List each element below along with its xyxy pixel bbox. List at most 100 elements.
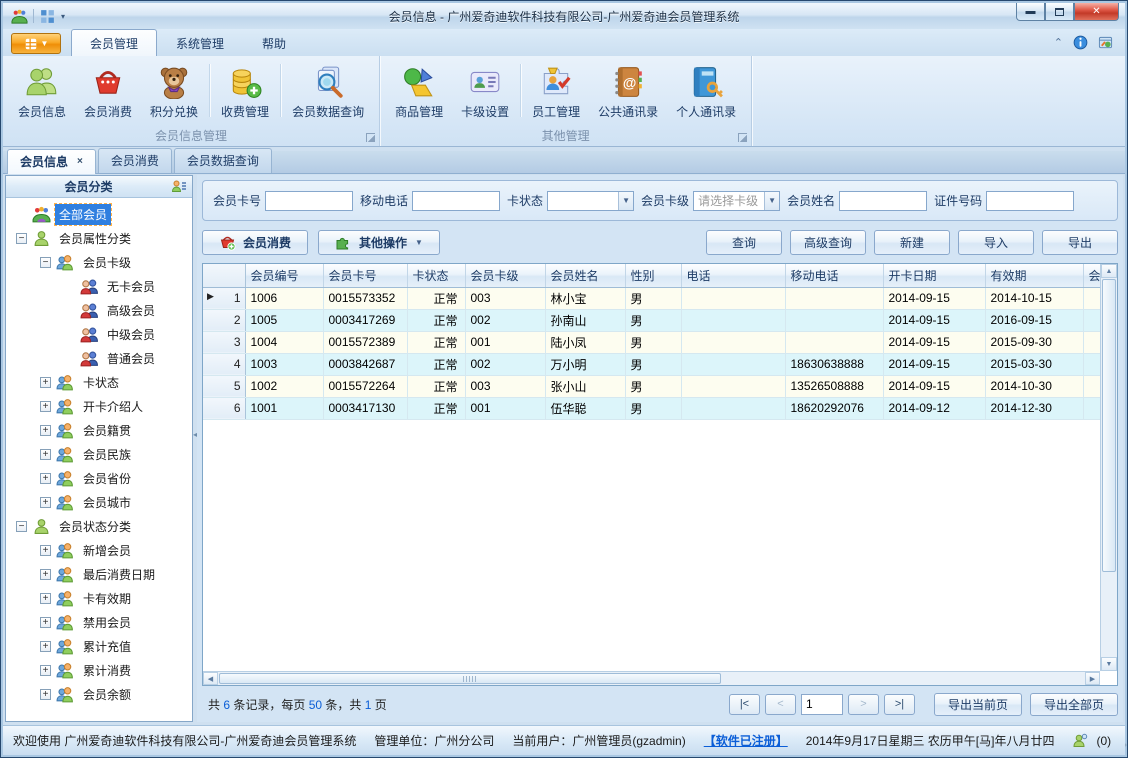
online-user-icon[interactable] [1072,733,1088,748]
export-button[interactable]: 导出 [1042,229,1118,255]
expand-expander-icon[interactable]: + [40,592,51,604]
about-info-icon[interactable] [1073,35,1088,50]
close-button[interactable]: ✕ [1074,3,1119,21]
close-tab-icon[interactable]: × [77,156,83,167]
export-current-page-button[interactable]: 导出当前页 [933,692,1022,716]
expand-expander-icon[interactable]: + [40,544,51,556]
card-level-select[interactable]: 请选择卡级 ▼ [693,190,781,211]
minimize-button[interactable]: ▬ [1016,3,1045,21]
tree-item[interactable]: + 最后消费日期 [8,562,190,586]
column-header[interactable]: 有效期 [985,264,1084,288]
table-row[interactable]: 4 1003 0003842687 正常 002 万小明男 18630638888 2014-… [203,353,1109,376]
id-number-input[interactable] [986,190,1075,211]
mobile-phone-input[interactable] [412,190,501,211]
last-page-button[interactable]: >| [883,693,915,715]
expand-expander-icon[interactable]: + [40,664,51,676]
tree-item[interactable]: + 卡有效期 [8,586,190,610]
query-button[interactable]: 查询 [706,229,782,255]
expand-expander-icon[interactable]: + [40,424,51,436]
tree-item[interactable]: + 开卡介绍人 [8,394,190,418]
tree-item[interactable]: 普通会员 [8,346,190,370]
tree-item[interactable]: + 会员籍贯 [8,418,190,442]
qat-dropdown-icon[interactable]: ▾ [61,12,65,21]
horizontal-scrollbar[interactable]: ◀ ▶ [203,671,1100,685]
dialog-launcher-icon[interactable] [366,133,376,142]
collapse-expander-icon[interactable]: − [40,256,51,268]
scroll-left-icon[interactable]: ◀ [203,672,218,685]
member-consume-button[interactable]: 会员消费 [202,229,309,255]
expand-expander-icon[interactable]: + [40,496,51,508]
document-tab[interactable]: 会员数据查询 [173,148,272,173]
collapse-ribbon-icon[interactable]: ⌃ [1054,36,1063,49]
dialog-launcher-icon[interactable] [738,133,748,142]
ribbon-tab[interactable]: 系统管理 [157,29,243,56]
table-row[interactable]: ▶ 1 1006 0015573352 正常 003 林小宝男 2014-09-15 2014-… [203,287,1109,310]
expand-expander-icon[interactable]: + [40,472,51,484]
expand-expander-icon[interactable]: + [40,640,51,652]
tree-item[interactable]: + 卡状态 [8,370,190,394]
application-menu-button[interactable]: ▼ [11,33,61,54]
tree-item[interactable]: + 会员省份 [8,466,190,490]
ribbon-button[interactable]: 会员信息 [9,59,75,129]
export-all-pages-button[interactable]: 导出全部页 [1029,692,1118,716]
scroll-right-icon[interactable]: ▶ [1085,672,1100,685]
tree-item[interactable]: 中级会员 [8,322,190,346]
collapse-expander-icon[interactable]: − [16,520,27,532]
column-header[interactable]: 会员姓名 [545,264,626,288]
card-status-select[interactable]: ▼ [547,190,635,211]
tree-item[interactable]: + 会员余额 [8,682,190,706]
scroll-up-icon[interactable]: ▲ [1101,264,1117,278]
import-button[interactable]: 导入 [958,229,1034,255]
collapse-expander-icon[interactable]: − [16,232,27,244]
table-row[interactable]: 2 1005 0003417269 正常 002 孙南山男 2014-09-15 2016-0… [203,309,1109,332]
scroll-down-icon[interactable]: ▼ [1101,657,1117,671]
member-card-no-input[interactable] [265,190,354,211]
tree-item[interactable]: + 禁用会员 [8,610,190,634]
expand-expander-icon[interactable]: + [40,688,51,700]
theme-skin-icon[interactable] [1098,35,1113,50]
tree-item[interactable]: + 会员城市 [8,490,190,514]
tree-item[interactable]: + 会员民族 [8,442,190,466]
column-header[interactable]: 开卡日期 [883,264,986,288]
ribbon-tab[interactable]: 帮助 [243,29,305,56]
ribbon-button[interactable]: 个人通讯录 [667,59,745,129]
license-registered-link[interactable]: 【软件已注册】 [704,732,788,749]
ribbon-tab[interactable]: 会员管理 [71,29,158,56]
category-config-icon[interactable] [171,179,187,194]
app-logo-icon[interactable] [11,8,28,25]
tree-item[interactable]: − 会员状态分类 [8,514,190,538]
tree-item[interactable]: 全部会员 [8,202,190,226]
window-grid-icon[interactable] [39,8,56,25]
ribbon-button[interactable]: @ 公共通讯录 [589,59,667,129]
expand-expander-icon[interactable]: + [40,376,51,388]
ribbon-button[interactable]: 收费管理 [212,59,278,129]
maximize-button[interactable] [1045,3,1074,21]
expand-expander-icon[interactable]: + [40,400,51,412]
expand-expander-icon[interactable]: + [40,448,51,460]
tree-item[interactable]: + 累计充值 [8,634,190,658]
document-tab[interactable]: 会员消费 [97,148,172,173]
column-header[interactable]: 会员编号 [245,264,324,288]
column-header[interactable]: 性别 [625,264,682,288]
column-header[interactable]: 会员卡级 [465,264,546,288]
prev-page-button[interactable]: < [764,693,796,715]
column-header[interactable]: 移动电话 [785,264,884,288]
advanced-query-button[interactable]: 高级查询 [790,229,866,255]
expand-expander-icon[interactable]: + [40,616,51,628]
expand-expander-icon[interactable]: + [40,568,51,580]
column-header[interactable]: 会员卡号 [323,264,408,288]
tree-item[interactable]: + 累计消费 [8,658,190,682]
new-button[interactable]: 新建 [874,229,950,255]
tree-item[interactable]: − 会员卡级 [8,250,190,274]
column-header[interactable]: 电话 [681,264,786,288]
tree-item[interactable]: + 新增会员 [8,538,190,562]
ribbon-button[interactable]: 积分兑换 [141,59,207,129]
vertical-scroll-thumb[interactable] [1102,279,1116,573]
table-row[interactable]: 3 1004 0015572389 正常 001 陆小凤男 2014-09-15 2015-0… [203,331,1109,354]
ribbon-button[interactable]: 卡级设置 [452,59,518,129]
ribbon-button[interactable]: 会员数据查询 [283,59,373,129]
document-tab[interactable]: 会员信息 × [7,149,96,174]
dropdown-arrow-icon[interactable]: ▼ [618,191,634,210]
dropdown-arrow-icon[interactable]: ▼ [764,191,780,210]
ribbon-button[interactable]: 员工管理 [523,59,589,129]
